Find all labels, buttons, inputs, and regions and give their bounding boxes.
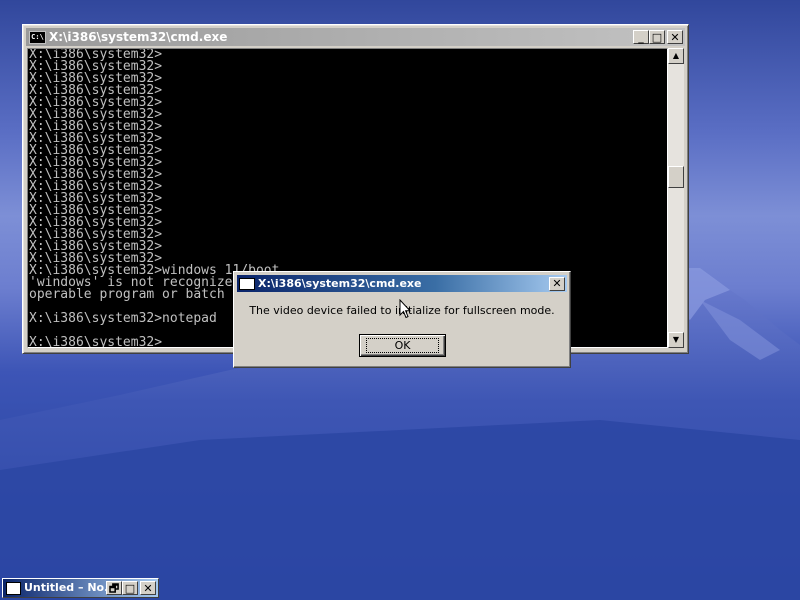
minimized-notepad-window[interactable]: Untitled – No... 🗗 □ ✕ xyxy=(2,578,159,598)
minimize-button[interactable]: _ xyxy=(633,30,649,44)
window-icon xyxy=(239,277,255,290)
close-button[interactable]: ✕ xyxy=(140,581,156,595)
mouse-cursor-icon xyxy=(399,299,411,319)
vertical-scrollbar[interactable]: ▲ ▼ xyxy=(668,48,684,348)
cmd-title-bar[interactable]: C:\ X:\i386\system32\cmd.exe _ □ ✕ xyxy=(26,28,685,46)
notepad-icon xyxy=(6,581,21,595)
maximize-button[interactable]: □ xyxy=(122,581,138,595)
maximize-button[interactable]: □ xyxy=(649,30,665,44)
close-button[interactable]: ✕ xyxy=(667,30,683,44)
minimized-window-title: Untitled – No... xyxy=(24,581,106,594)
scroll-up-button[interactable]: ▲ xyxy=(668,48,684,64)
scroll-thumb[interactable] xyxy=(668,166,684,188)
scroll-down-button[interactable]: ▼ xyxy=(668,332,684,348)
dialog-title: X:\i386\system32\cmd.exe xyxy=(258,277,422,290)
ok-button-label: OK xyxy=(365,338,440,353)
cmd-window-title: X:\i386\system32\cmd.exe xyxy=(49,30,228,44)
error-dialog[interactable]: X:\i386\system32\cmd.exe ✕ The video dev… xyxy=(233,271,571,368)
cmd-app-icon: C:\ xyxy=(29,30,46,44)
dialog-title-bar[interactable]: X:\i386\system32\cmd.exe ✕ xyxy=(237,275,567,292)
ok-button[interactable]: OK xyxy=(359,334,446,357)
restore-button[interactable]: 🗗 xyxy=(106,581,122,595)
dialog-close-button[interactable]: ✕ xyxy=(549,276,565,291)
